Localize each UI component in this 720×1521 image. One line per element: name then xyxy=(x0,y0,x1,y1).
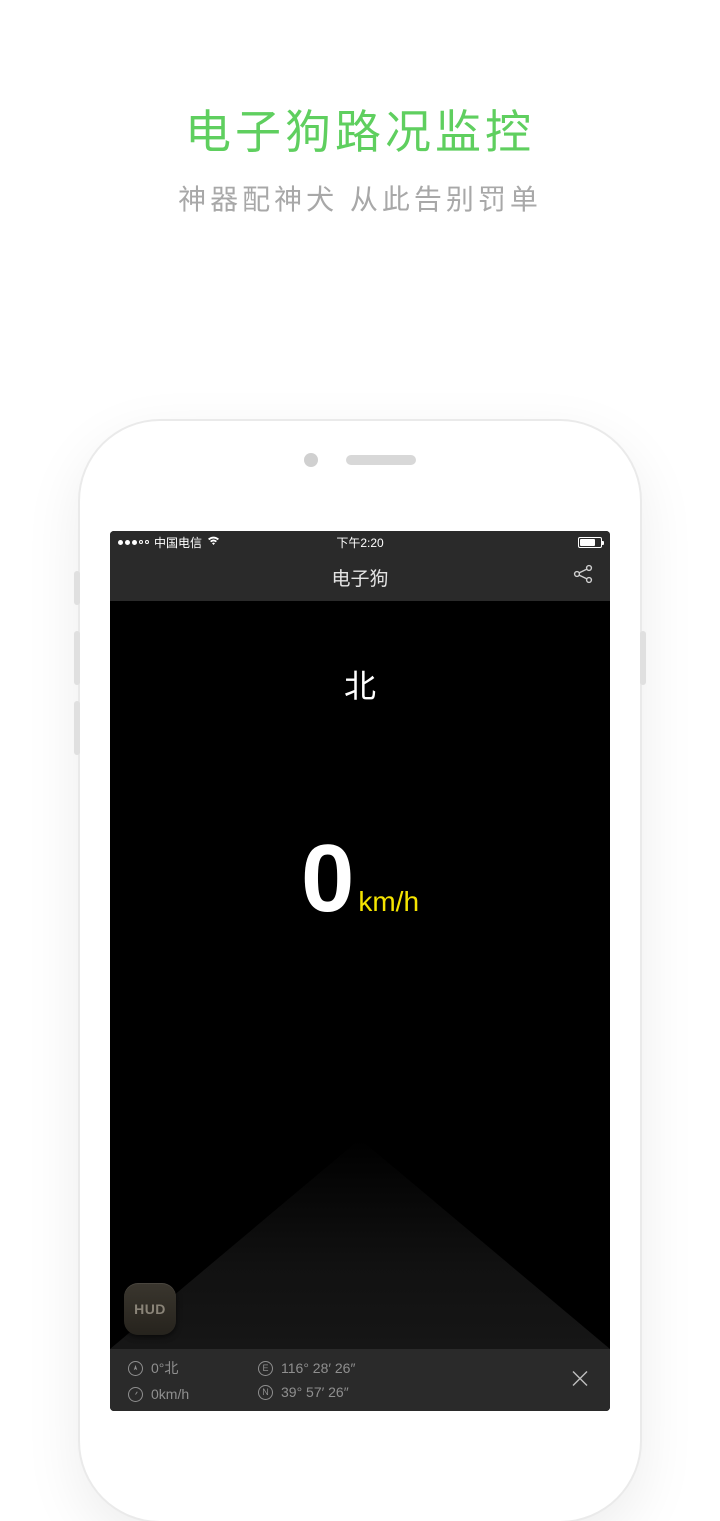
heading-row: 0°北 xyxy=(128,1358,258,1378)
compass-icon xyxy=(128,1361,143,1376)
speed-display: 0 km/h xyxy=(301,831,419,927)
phone-mute-switch xyxy=(74,571,80,605)
nav-bar: 电子狗 xyxy=(110,553,610,601)
latitude-value: 39° 57′ 26″ xyxy=(281,1384,349,1400)
page-title: 电子狗 xyxy=(331,564,388,591)
longitude-value: 116° 28′ 26″ xyxy=(281,1360,355,1376)
share-button[interactable] xyxy=(572,563,594,591)
phone-screen: 中国电信 下午2:20 电子狗 xyxy=(110,531,610,1411)
phone-volume-up xyxy=(74,631,80,685)
heading-value: 0°北 xyxy=(151,1358,178,1378)
phone-power-button xyxy=(640,631,646,685)
phone-mockup: 中国电信 下午2:20 电子狗 xyxy=(80,421,640,1521)
east-icon: E xyxy=(258,1361,273,1376)
compass-direction: 北 xyxy=(344,661,376,707)
speed-value: 0 xyxy=(301,831,354,927)
status-left: 中国电信 xyxy=(118,534,220,551)
hud-button[interactable]: HUD xyxy=(124,1283,176,1335)
latitude-row: N 39° 57′ 26″ xyxy=(258,1384,355,1400)
status-right xyxy=(578,537,602,548)
main-area: 北 0 km/h HUD xyxy=(110,601,610,1349)
phone-notch xyxy=(304,453,416,467)
carrier-label: 中国电信 xyxy=(154,534,202,551)
phone-volume-down xyxy=(74,701,80,755)
promo-title: 电子狗路况监控 xyxy=(0,96,720,162)
speed-info-value: 0km/h xyxy=(151,1386,189,1402)
speed-row: 0km/h xyxy=(128,1386,258,1402)
road-visual xyxy=(110,1139,610,1349)
promo-subtitle: 神器配神犬 从此告别罚单 xyxy=(0,178,720,218)
signal-dots-icon xyxy=(118,540,149,545)
info-bar: 0°北 0km/h E 116° 28′ 26″ N 39° 57′ 26″ xyxy=(110,1349,610,1411)
battery-icon xyxy=(578,537,602,548)
longitude-row: E 116° 28′ 26″ xyxy=(258,1360,355,1376)
status-time: 下午2:20 xyxy=(336,534,383,551)
speedometer-icon xyxy=(128,1387,143,1402)
phone-speaker xyxy=(346,455,416,465)
status-bar: 中国电信 下午2:20 xyxy=(110,531,610,553)
phone-camera xyxy=(304,453,318,467)
wifi-icon xyxy=(207,535,220,549)
close-button[interactable] xyxy=(570,1369,590,1392)
speed-unit: km/h xyxy=(358,886,419,918)
north-icon: N xyxy=(258,1385,273,1400)
